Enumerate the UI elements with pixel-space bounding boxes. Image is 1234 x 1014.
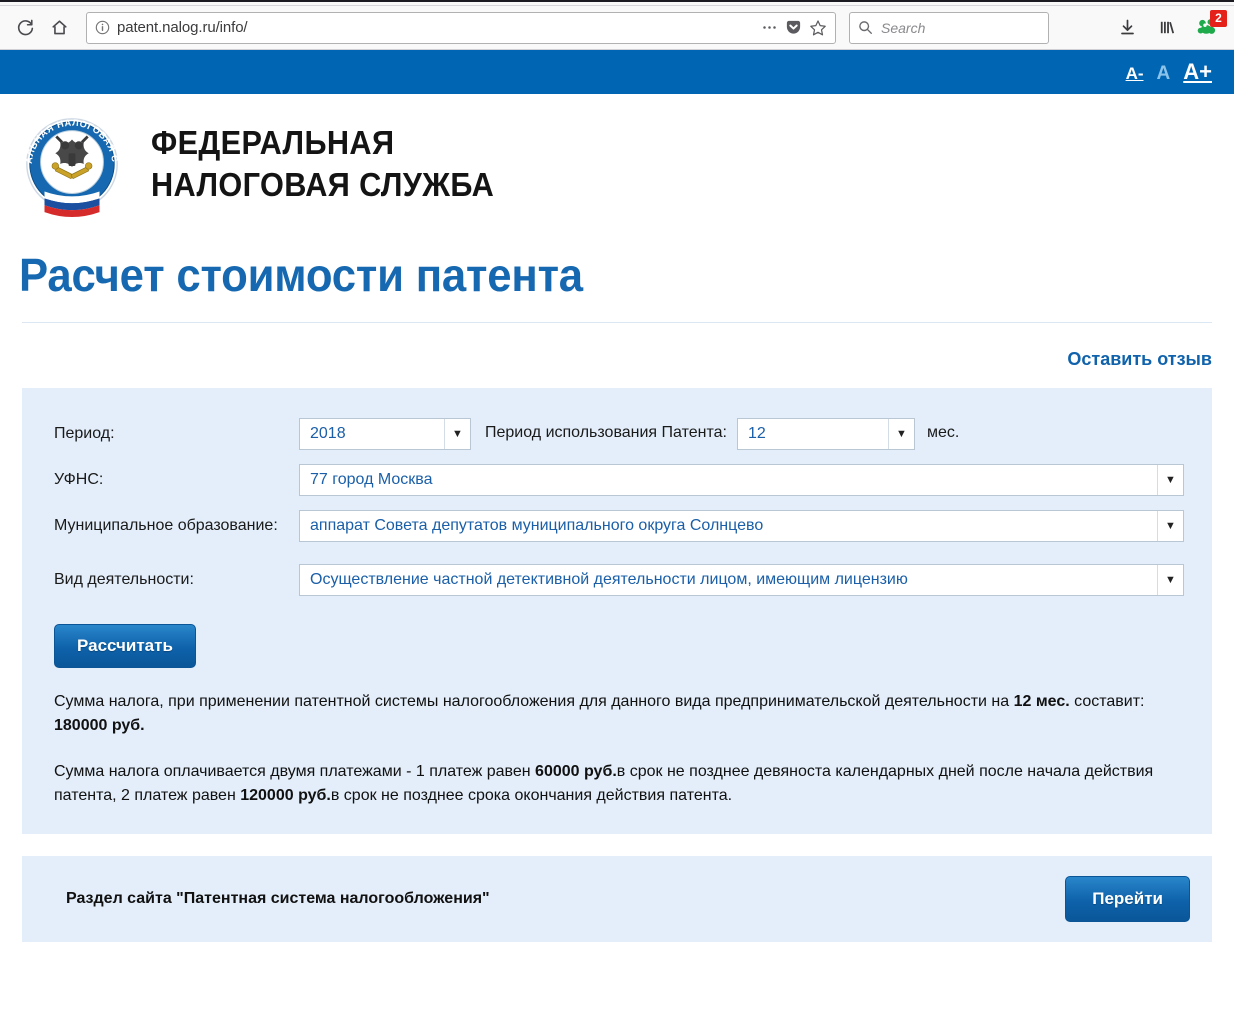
url-text: patent.nalog.ru/info/ — [117, 19, 248, 36]
site-section-text: Раздел сайта "Патентная система налогооб… — [66, 890, 490, 907]
extension-button[interactable]: 2 — [1192, 9, 1227, 43]
period-row: Период: 2018 ▼ Период использования Пате… — [54, 418, 1184, 450]
leave-feedback-link[interactable]: Оставить отзыв — [1067, 349, 1212, 369]
brand-line-2: НАЛОГОВАЯ СЛУЖБА — [151, 166, 495, 203]
result-paragraph-2: Сумма налога оплачивается двумя платежам… — [54, 760, 1184, 808]
pocket-icon[interactable] — [785, 19, 802, 36]
calculate-button[interactable]: Рассчитать — [54, 624, 196, 668]
result-paragraph-1: Сумма налога, при применении патентной с… — [54, 690, 1184, 738]
ufns-row: УФНС: 77 город Москва ▼ — [54, 464, 1184, 496]
municipal-row: Муниципальное образование: аппарат Совет… — [54, 510, 1184, 542]
brand-line-1: ФЕДЕРАЛЬНАЯ — [151, 123, 395, 161]
browser-toolbar: patent.nalog.ru/info/ Search 2 — [0, 6, 1234, 50]
result-p1-text-2: составит: — [1069, 693, 1145, 710]
municipal-label: Муниципальное образование: — [54, 517, 278, 534]
activity-label: Вид деятельности: — [54, 571, 194, 588]
address-bar[interactable]: patent.nalog.ru/info/ — [86, 11, 836, 44]
library-icon[interactable] — [1152, 13, 1182, 43]
period-select-value: 2018 — [310, 425, 346, 442]
municipal-select-value: аппарат Совета депутатов муниципального … — [310, 517, 764, 534]
feedback-row: Оставить отзыв — [0, 323, 1234, 380]
font-size-controls: A- A A+ — [1126, 59, 1212, 85]
result-p1-text-1: Сумма налога, при применении патентной с… — [54, 693, 1014, 710]
goto-button[interactable]: Перейти — [1065, 876, 1190, 922]
search-bar[interactable]: Search — [849, 11, 1049, 44]
info-circle-icon[interactable] — [95, 20, 110, 35]
site-brand-bar: ФЕДЕРАЛЬНАЯ НАЛОГОВАЯ СЛУЖБА ФЕДЕРАЛЬНАЯ… — [0, 94, 1234, 230]
result-p2-amount-2: 120000 руб. — [240, 787, 331, 804]
fns-emblem: ФЕДЕРАЛЬНАЯ НАЛОГОВАЯ СЛУЖБА — [18, 110, 120, 218]
home-icon[interactable] — [44, 13, 74, 43]
chevron-down-icon: ▼ — [887, 419, 914, 449]
search-input[interactable]: Search — [881, 20, 925, 36]
site-brand-title: ФЕДЕРАЛЬНАЯ НАЛОГОВАЯ СЛУЖБА — [151, 122, 494, 206]
result-p2-amount-1: 60000 руб. — [535, 763, 617, 780]
ufns-label: УФНС: — [54, 471, 104, 488]
ufns-select[interactable]: 77 город Москва ▼ — [299, 464, 1184, 496]
months-unit-label: мес. — [926, 424, 960, 441]
ellipsis-icon[interactable] — [761, 25, 778, 30]
search-icon — [858, 20, 873, 35]
star-icon[interactable] — [809, 19, 827, 37]
reload-icon[interactable] — [10, 13, 40, 43]
ufns-select-value: 77 город Москва — [310, 471, 433, 488]
activity-select[interactable]: Осуществление частной детективной деятел… — [299, 564, 1184, 596]
usage-period-value: 12 — [747, 425, 766, 442]
result-p2-text-1: Сумма налога оплачивается двумя платежам… — [54, 763, 536, 780]
font-size-decrease[interactable]: A- — [1126, 64, 1144, 84]
toolbar-right-group: 2 — [1112, 9, 1227, 43]
chevron-down-icon: ▼ — [1157, 465, 1183, 495]
downloads-icon[interactable] — [1112, 13, 1142, 43]
result-p1-amount: 180000 руб. — [54, 717, 145, 734]
font-size-increase[interactable]: A+ — [1183, 59, 1212, 85]
page-title: Расчет стоимости патента — [19, 249, 583, 301]
chevron-down-icon: ▼ — [1157, 565, 1183, 595]
chevron-down-icon: ▼ — [1157, 511, 1183, 541]
chevron-down-icon: ▼ — [444, 419, 470, 449]
usage-period-select[interactable]: 12 ▼ — [736, 418, 915, 450]
municipal-select[interactable]: аппарат Совета депутатов муниципального … — [299, 510, 1184, 542]
browser-tab-strip[interactable] — [0, 0, 1234, 6]
site-section-panel: Раздел сайта "Патентная система налогооб… — [22, 856, 1212, 942]
period-label: Период: — [54, 425, 115, 442]
usage-period-label: Период использования Патента: — [485, 424, 727, 441]
site-top-bar: A- A A+ — [0, 50, 1234, 94]
period-select[interactable]: 2018 ▼ — [299, 418, 471, 450]
font-size-default[interactable]: A — [1157, 63, 1171, 85]
result-p2-text-3: в срок не позднее срока окончания действ… — [330, 787, 733, 804]
result-p1-term: 12 мес. — [1013, 693, 1070, 710]
activity-row: Вид деятельности: Осуществление частной … — [54, 564, 1184, 596]
calculator-panel: Период: 2018 ▼ Период использования Пате… — [22, 388, 1212, 834]
extension-badge-count: 2 — [1210, 9, 1227, 27]
activity-select-value: Осуществление частной детективной деятел… — [310, 571, 908, 588]
